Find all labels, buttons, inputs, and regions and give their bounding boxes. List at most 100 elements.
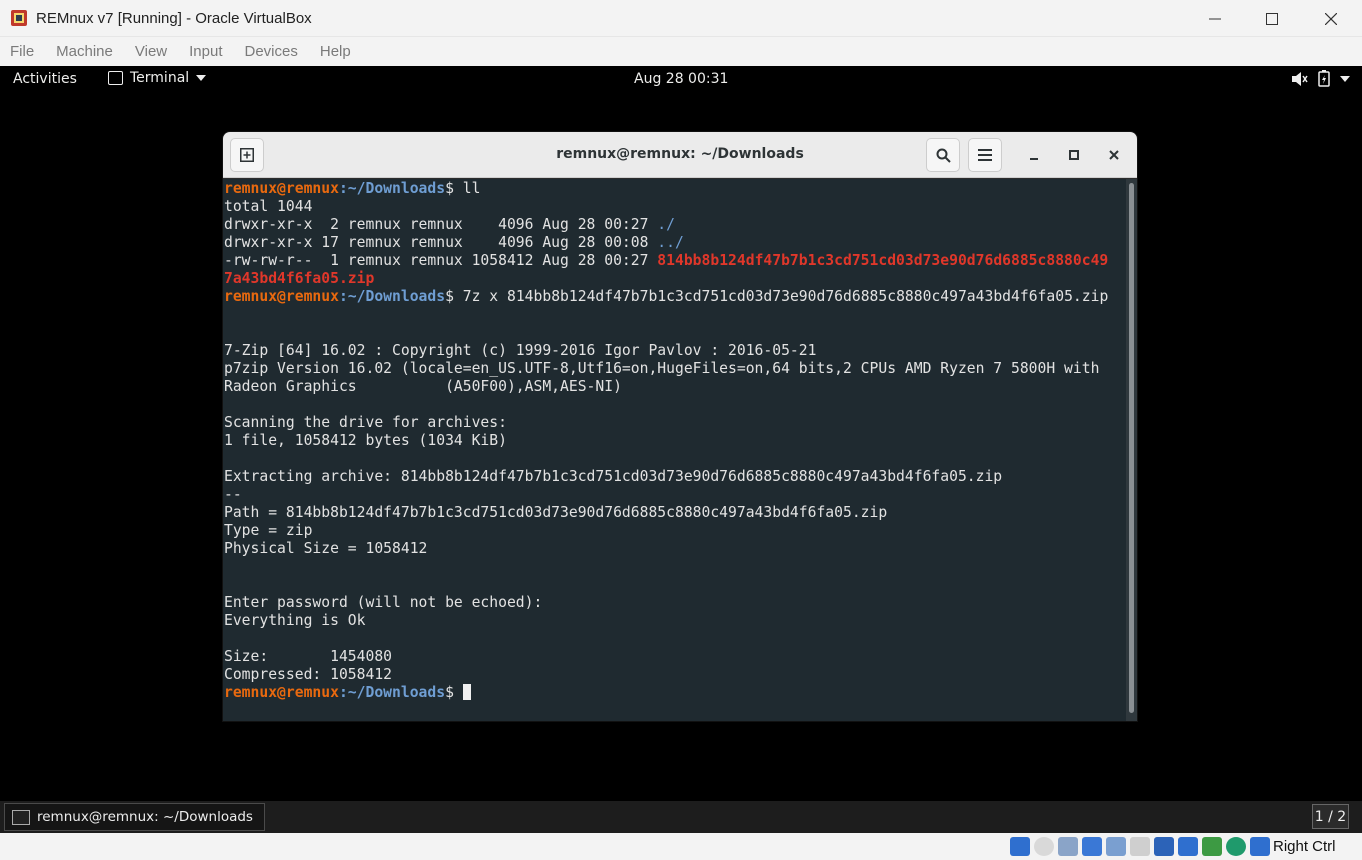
terminal-line: remnux@remnux:~/Downloads$ ll (224, 180, 1126, 198)
terminal-line: total 1044 (224, 198, 313, 215)
terminal-output[interactable]: remnux@remnux:~/Downloads$ ll total 1044… (223, 179, 1126, 721)
minimize-icon (1030, 158, 1038, 160)
terminal-line: Scanning the drive for archives: (224, 414, 507, 431)
host-key-label: Right Ctrl (1273, 838, 1336, 855)
minimize-icon (1209, 18, 1221, 19)
listing-dir-name: ../ (657, 234, 684, 251)
menu-file[interactable]: File (10, 43, 34, 60)
terminal-line: Compressed: 1058412 (224, 666, 393, 683)
chevron-down-icon (196, 75, 207, 81)
terminal-line: 1 file, 1058412 bytes (1034 KiB) (224, 432, 507, 449)
clock[interactable]: Aug 28 00:31 (634, 71, 728, 87)
terminal-minimize-button[interactable] (1022, 143, 1046, 167)
terminal-line: remnux@remnux:~/Downloads$ (224, 684, 1126, 702)
listing-row-info: drwxr-xr-x 17 remnux remnux 4096 Aug 28 … (224, 234, 658, 251)
terminal-line: drwxr-xr-x 2 remnux remnux 4096 Aug 28 0… (224, 216, 1126, 234)
network-icon[interactable] (1082, 837, 1102, 856)
terminal-scrollbar[interactable] (1126, 179, 1137, 721)
optical-drive-icon[interactable] (1034, 837, 1054, 856)
menu-button[interactable] (968, 138, 1002, 172)
search-icon (936, 148, 951, 163)
vbox-titlebar: REMnux v7 [Running] - Oracle VirtualBox (0, 0, 1362, 37)
terminal-line: Size: 1454080 (224, 648, 393, 665)
keyboard-capture-icon[interactable] (1250, 837, 1270, 856)
listing-zip-name: 814bb8b124df47b7b1c3cd751cd03d73e90d76d6… (657, 252, 1109, 269)
terminal-line: Extracting archive: 814bb8b124df47b7b1c3… (224, 468, 1003, 485)
prompt-user: remnux@remnux (224, 684, 339, 701)
terminal-line: drwxr-xr-x 17 remnux remnux 4096 Aug 28 … (224, 234, 1126, 252)
command-text: 7z x 814bb8b124df47b7b1c3cd751cd03d73e90… (462, 288, 1109, 305)
audio-icon[interactable] (1058, 837, 1078, 856)
system-tray[interactable] (1291, 70, 1350, 87)
hard-disk-icon[interactable] (1010, 837, 1030, 856)
listing-dir-name: ./ (657, 216, 675, 233)
app-menu-label: Terminal (130, 70, 190, 86)
terminal-line: -- (224, 486, 242, 503)
activities-button[interactable]: Activities (13, 71, 77, 87)
prompt-symbol: $ (445, 288, 463, 305)
terminal-line: Everything is Ok (224, 612, 366, 629)
window-title: REMnux v7 [Running] - Oracle VirtualBox (36, 9, 312, 27)
prompt-path: :~/Downloads (338, 288, 446, 305)
prompt-user: remnux@remnux (224, 288, 339, 305)
volume-muted-icon (1292, 71, 1308, 86)
vbox-menubar: File Machine View Input Devices Help (0, 37, 1362, 66)
gnome-topbar: Activities Terminal Aug 28 00:31 (0, 66, 1362, 93)
terminal-line: 7a43bd4f6fa05.zip (224, 270, 1126, 288)
workspace-indicator[interactable]: 1 / 2 (1312, 804, 1349, 829)
terminal-line: p7zip Version 16.02 (locale=en_US.UTF-8,… (224, 360, 1100, 377)
battery-icon (1318, 70, 1330, 87)
search-button[interactable] (926, 138, 960, 172)
menu-machine[interactable]: Machine (56, 43, 113, 60)
terminal-window: remnux@remnux: ~/Downloads remnux@remnux… (223, 132, 1137, 721)
text-cursor (462, 684, 471, 700)
prompt-symbol: $ (445, 684, 463, 701)
listing-row-info: -rw-rw-r-- 1 remnux remnux 1058412 Aug 2… (224, 252, 658, 269)
usb-icon[interactable] (1106, 837, 1126, 856)
terminal-headerbar: remnux@remnux: ~/Downloads (223, 132, 1137, 178)
chevron-down-icon (1340, 75, 1350, 82)
close-icon (1325, 12, 1337, 25)
terminal-icon (108, 71, 123, 85)
prompt-path: :~/Downloads (338, 684, 446, 701)
device-status-icons (1010, 837, 1270, 856)
menu-input[interactable]: Input (189, 43, 222, 60)
taskbar-item-terminal[interactable]: remnux@remnux: ~/Downloads (4, 803, 265, 831)
recording-icon[interactable] (1178, 837, 1198, 856)
terminal-line: Physical Size = 1058412 (224, 540, 428, 557)
command-text: ll (462, 180, 481, 197)
close-window-button[interactable] (1302, 0, 1360, 37)
terminal-maximize-button[interactable] (1062, 143, 1086, 167)
terminal-line: 7-Zip [64] 16.02 : Copyright (c) 1999-20… (224, 342, 817, 359)
display-icon[interactable] (1154, 837, 1174, 856)
maximize-icon (1069, 150, 1079, 160)
menu-view[interactable]: View (135, 43, 167, 60)
app-menu[interactable]: Terminal (108, 70, 207, 86)
menu-devices[interactable]: Devices (245, 43, 298, 60)
scrollbar-thumb[interactable] (1129, 183, 1134, 713)
terminal-line: Path = 814bb8b124df47b7b1c3cd751cd03d73e… (224, 504, 888, 521)
close-icon (1109, 150, 1119, 160)
maximize-window-button[interactable] (1243, 0, 1301, 37)
terminal-line: Type = zip (224, 522, 313, 539)
shared-folders-icon[interactable] (1130, 837, 1150, 856)
menu-help[interactable]: Help (320, 43, 351, 60)
terminal-icon (12, 809, 30, 825)
cpu-icon[interactable] (1202, 837, 1222, 856)
listing-zip-name-wrap: 7a43bd4f6fa05.zip (224, 270, 375, 287)
terminal-line: -rw-rw-r-- 1 remnux remnux 1058412 Aug 2… (224, 252, 1126, 270)
prompt-path: :~/Downloads (338, 180, 446, 197)
mouse-integration-icon[interactable] (1226, 837, 1246, 856)
terminal-close-button[interactable] (1102, 143, 1126, 167)
listing-row-info: drwxr-xr-x 2 remnux remnux 4096 Aug 28 0… (224, 216, 658, 233)
minimize-window-button[interactable] (1186, 0, 1244, 37)
virtualbox-logo-icon (9, 8, 29, 28)
prompt-user: remnux@remnux (224, 180, 339, 197)
